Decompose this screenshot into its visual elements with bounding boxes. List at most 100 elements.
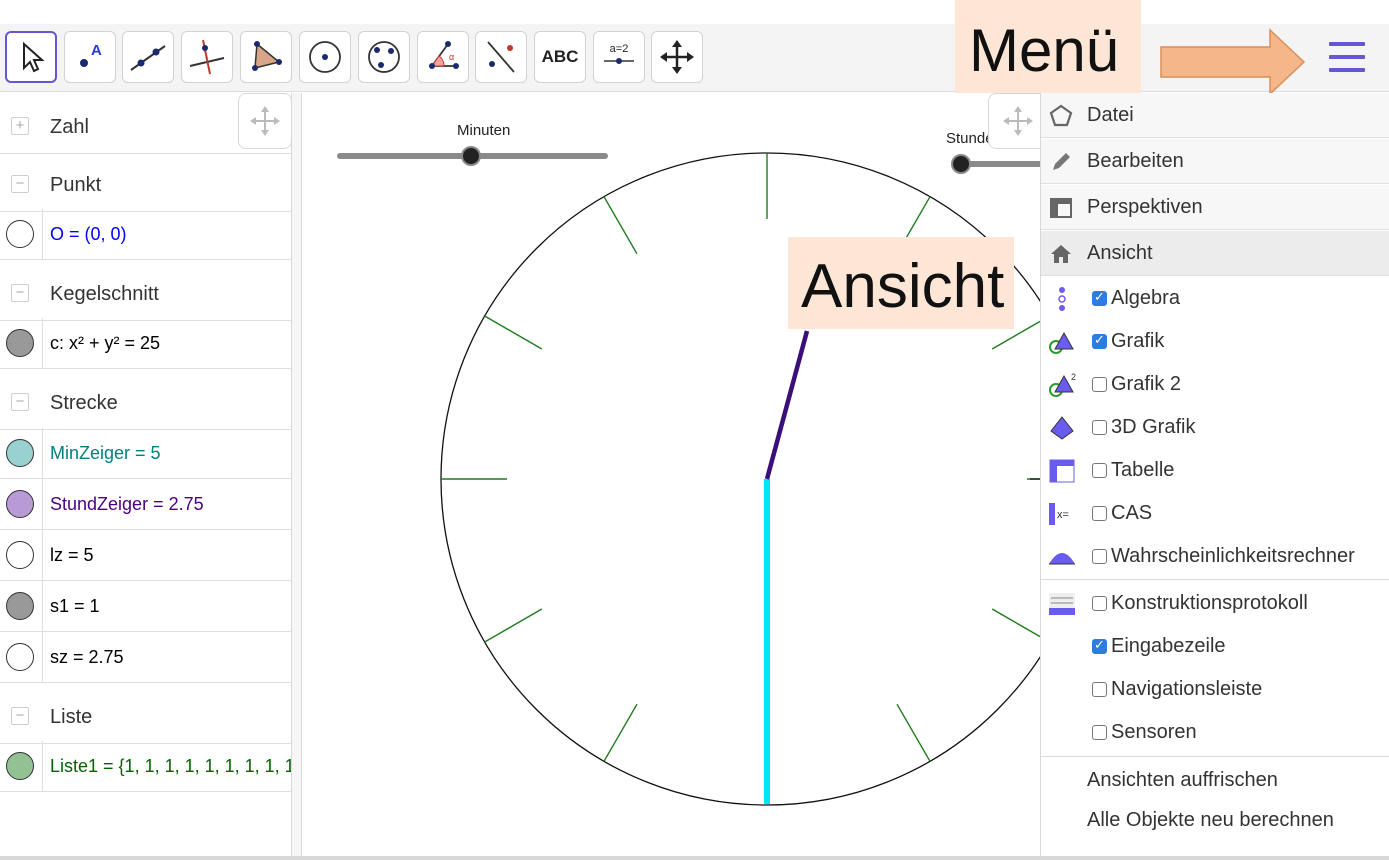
hamburger-menu-icon[interactable]	[1326, 40, 1366, 74]
algebra-item-s1[interactable]: s1 = 1	[0, 581, 291, 632]
view-option-grafik-2[interactable]: 2 Grafik 2	[1041, 363, 1389, 406]
view-checkbox[interactable]	[1092, 682, 1107, 697]
algebra-expression: c: x² + y² = 25	[50, 333, 161, 353]
group-header-liste[interactable]: − Liste	[0, 686, 291, 744]
collapse-toggle-icon[interactable]: −	[11, 707, 29, 725]
visibility-toggle-icon[interactable]	[6, 541, 34, 569]
construction-protocol-icon	[1047, 590, 1077, 618]
view-option-konstruktionsprotokoll[interactable]: Konstruktionsprotokoll	[1041, 582, 1389, 625]
menu-item-bearbeiten[interactable]: Bearbeiten	[1041, 139, 1389, 184]
move-tool-button[interactable]	[5, 31, 57, 83]
point-tool-button[interactable]: A	[64, 31, 116, 83]
view-checkbox[interactable]	[1092, 549, 1107, 564]
menu-item-label: Perspektiven	[1087, 196, 1203, 218]
algebra-item-lz[interactable]: lz = 5	[0, 530, 291, 581]
circle-center-point-icon	[309, 41, 341, 73]
perspectives-layout-icon	[1049, 196, 1073, 220]
annotation-arrow-icon	[1160, 28, 1306, 96]
svg-text:A: A	[91, 42, 102, 59]
hour-tick	[484, 315, 543, 350]
polygon-icon	[252, 41, 282, 71]
reflect-about-line-icon	[487, 41, 515, 73]
view-option-grafik[interactable]: Grafik	[1041, 320, 1389, 363]
home-icon	[1049, 242, 1073, 266]
view-option-tabelle[interactable]: Tabelle	[1041, 449, 1389, 492]
expand-toggle-icon[interactable]: +	[11, 117, 29, 135]
move-graphics-tool-button[interactable]	[651, 31, 703, 83]
view-option-navigationsleiste[interactable]: Navigationsleiste	[1041, 668, 1389, 711]
view-checkbox[interactable]	[1092, 725, 1107, 740]
view-checkbox[interactable]	[1092, 463, 1107, 478]
cas-icon: x=	[1047, 500, 1077, 528]
algebra-item-c[interactable]: c: x² + y² = 25	[0, 318, 291, 369]
collapse-toggle-icon[interactable]: −	[11, 175, 29, 193]
visibility-toggle-icon[interactable]	[6, 752, 34, 780]
visibility-toggle-icon[interactable]	[6, 592, 34, 620]
graphics-view-icon	[1047, 328, 1077, 356]
refresh-views-action[interactable]: Ansichten auffrischen	[1087, 769, 1278, 792]
recompute-objects-action[interactable]: Alle Objekte neu berechnen	[1087, 809, 1334, 832]
view-label: Sensoren	[1111, 721, 1197, 743]
view-label: Grafik	[1111, 330, 1165, 352]
view-label: Wahrscheinlichkeitsrechner	[1111, 545, 1355, 567]
hour-tick	[603, 703, 638, 762]
line-tool-button[interactable]	[122, 31, 174, 83]
view-checkbox[interactable]	[1092, 506, 1107, 521]
collapse-toggle-icon[interactable]: −	[11, 393, 29, 411]
ansicht-annotation: Ansicht	[788, 237, 1014, 329]
view-divider[interactable]	[292, 93, 302, 860]
menu-divider	[1041, 579, 1389, 580]
menu-item-ansicht[interactable]: Ansicht	[1041, 231, 1389, 276]
visibility-toggle-icon[interactable]	[6, 439, 34, 467]
view-checkbox[interactable]	[1092, 420, 1107, 435]
view-option-sensoren[interactable]: Sensoren	[1041, 711, 1389, 754]
algebra-expression: s1 = 1	[50, 596, 100, 616]
visibility-toggle-icon[interactable]	[6, 329, 34, 357]
view-option-3d-grafik[interactable]: 3D Grafik	[1041, 406, 1389, 449]
group-header-punkt[interactable]: − Punkt	[0, 154, 291, 212]
line-through-two-points-icon	[130, 45, 166, 71]
visibility-toggle-icon[interactable]	[6, 220, 34, 248]
circle-tool-button[interactable]	[299, 31, 351, 83]
view-option-eingabezeile[interactable]: Eingabezeile	[1041, 625, 1389, 668]
graphics-move-handle[interactable]	[988, 93, 1040, 149]
view-checkbox[interactable]	[1092, 332, 1107, 349]
algebra-item-minzeiger[interactable]: MinZeiger = 5	[0, 428, 291, 479]
visibility-toggle-icon[interactable]	[6, 643, 34, 671]
algebra-move-handle[interactable]	[238, 93, 292, 149]
group-header-kegelschnitt[interactable]: − Kegelschnitt	[0, 263, 291, 321]
view-option-algebra[interactable]: Algebra	[1041, 277, 1389, 320]
algebra-expression: MinZeiger = 5	[50, 443, 161, 463]
view-label: Tabelle	[1111, 459, 1175, 481]
angle-icon: α	[429, 41, 459, 69]
algebra-item-sz[interactable]: sz = 2.75	[0, 632, 291, 683]
menu-item-datei[interactable]: Datei	[1041, 93, 1389, 138]
view-checkbox[interactable]	[1092, 377, 1107, 392]
view-option-cas[interactable]: x= CAS	[1041, 492, 1389, 535]
perpendicular-line-icon	[189, 39, 225, 75]
angle-tool-button[interactable]: α	[417, 31, 469, 83]
algebra-item-stundzeiger[interactable]: StundZeiger = 2.75	[0, 479, 291, 530]
group-header-strecke[interactable]: − Strecke	[0, 372, 291, 430]
slider-tool-button[interactable]: a=2	[593, 31, 645, 83]
view-label: Algebra	[1111, 287, 1180, 309]
slider-tool-label: a=2	[610, 43, 629, 55]
menu-divider	[1041, 756, 1389, 757]
cursor-arrow-icon	[23, 41, 45, 73]
visibility-toggle-icon[interactable]	[6, 490, 34, 518]
graphics-view[interactable]: Minuten Stunden	[302, 93, 1040, 860]
text-tool-button[interactable]: ABC	[534, 31, 586, 83]
algebra-item-liste1[interactable]: Liste1 = {1, 1, 1, 1, 1, 1, 1, 1, 1, 1, …	[0, 741, 291, 792]
circle-three-points-tool-button[interactable]	[358, 31, 410, 83]
reflect-tool-button[interactable]	[475, 31, 527, 83]
svg-text:α: α	[449, 52, 454, 62]
algebra-item-o[interactable]: O = (0, 0)	[0, 209, 291, 260]
polygon-tool-button[interactable]	[240, 31, 292, 83]
view-checkbox[interactable]	[1092, 637, 1107, 654]
perpendicular-line-tool-button[interactable]	[181, 31, 233, 83]
view-checkbox[interactable]	[1092, 289, 1107, 306]
view-option-wahrscheinlichkeitsrechner[interactable]: Wahrscheinlichkeitsrechner	[1041, 535, 1389, 578]
collapse-toggle-icon[interactable]: −	[11, 284, 29, 302]
view-checkbox[interactable]	[1092, 596, 1107, 611]
menu-item-perspektiven[interactable]: Perspektiven	[1041, 185, 1389, 230]
